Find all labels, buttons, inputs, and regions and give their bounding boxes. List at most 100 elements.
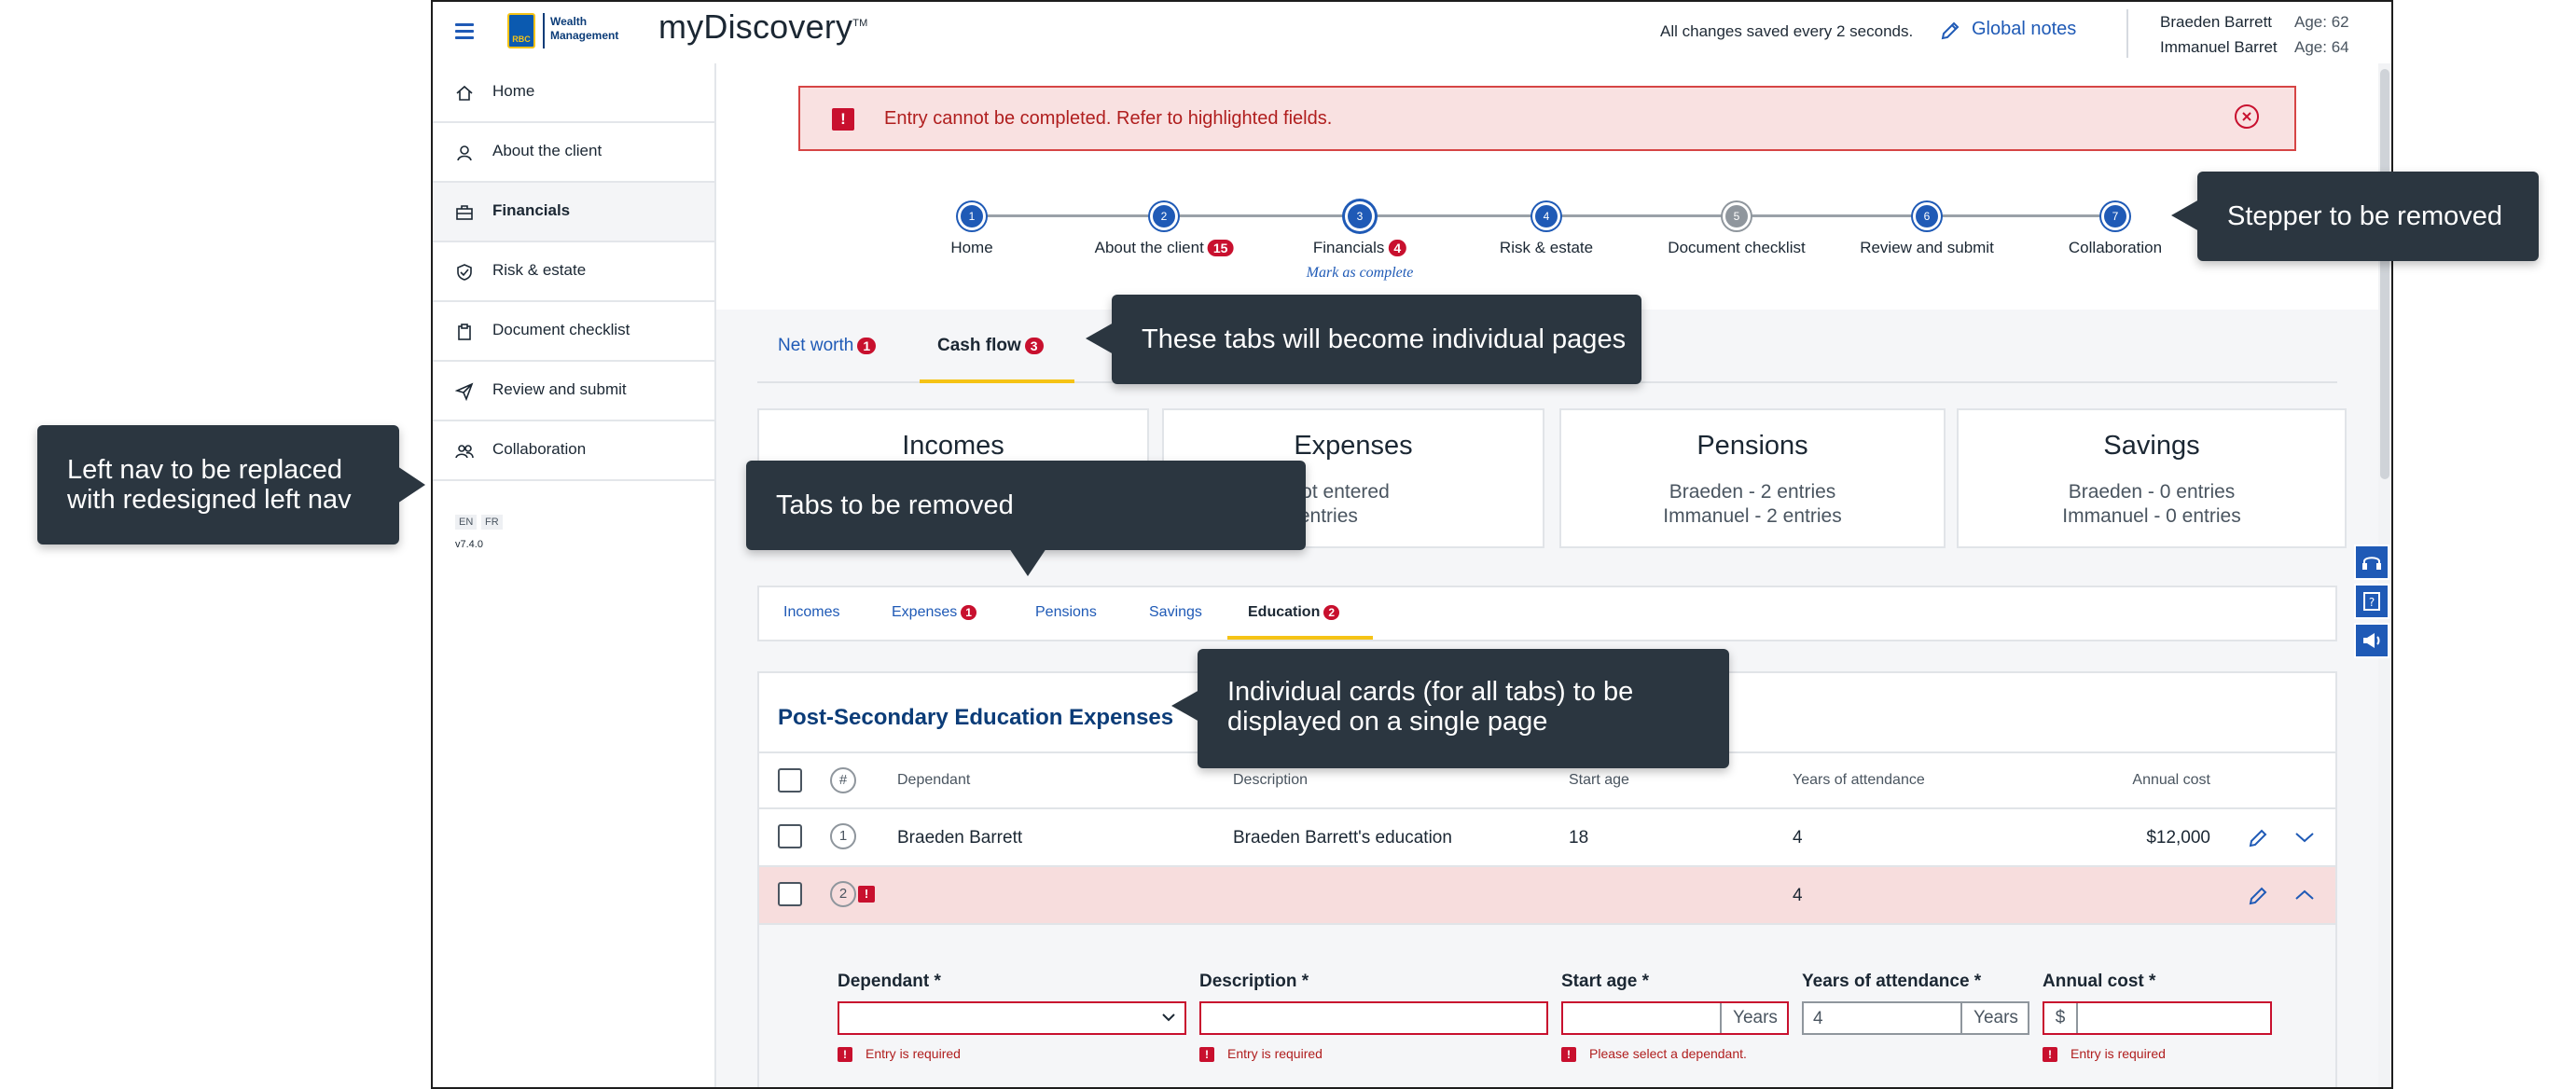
- tab-badge: 1: [857, 338, 877, 354]
- years-attendance-field: Years of attendance * 4 Years: [1802, 972, 2029, 1074]
- subtab-expenses[interactable]: Expenses 1: [892, 604, 976, 621]
- summary-card-pensions: Pensions Braeden - 2 entries Immanuel - …: [1559, 408, 1946, 548]
- error-text: Entry is required: [866, 1046, 961, 1061]
- subtab-badge: 2: [1323, 605, 1340, 620]
- menu-icon[interactable]: [446, 15, 483, 48]
- person-icon: [457, 145, 472, 161]
- error-icon: !: [2043, 1047, 2057, 1063]
- stepper-label-text: Financials: [1312, 239, 1385, 256]
- start-age-input[interactable]: Years: [1561, 1001, 1789, 1035]
- sidebar-item-review-submit[interactable]: Review and submit: [433, 362, 714, 421]
- column-years: Years of attendance: [1793, 772, 1925, 788]
- tab-label: Cash flow: [937, 336, 1021, 355]
- stepper-step-4[interactable]: 4: [1535, 205, 1558, 227]
- panel-title: Post-Secondary Education Expenses: [778, 705, 1174, 730]
- brand-text: Wealth Management: [550, 15, 644, 43]
- row-checkbox[interactable]: [778, 882, 802, 906]
- field-label: Years of attendance *: [1802, 972, 1982, 991]
- active-tab-indicator: [920, 379, 1074, 383]
- subtab-pensions[interactable]: Pensions: [1035, 604, 1097, 621]
- row-checkbox[interactable]: [778, 824, 802, 848]
- mark-complete-link[interactable]: Mark as complete: [1307, 265, 1414, 282]
- column-annual-cost: Annual cost: [2132, 772, 2210, 788]
- stepper-step-2[interactable]: 2: [1153, 205, 1175, 227]
- send-icon: [455, 382, 474, 401]
- subtab-education[interactable]: Education 2: [1248, 604, 1340, 621]
- autosave-status: All changes saved every 2 seconds.: [1660, 22, 1914, 40]
- sidebar-item-collaboration[interactable]: Collaboration: [433, 421, 714, 481]
- card-title: Savings: [2103, 431, 2200, 461]
- sidebar-item-about-client[interactable]: About the client: [433, 123, 714, 183]
- table-row-error[interactable]: 2 ! 4: [759, 867, 2335, 925]
- stepper-label: Home: [950, 239, 992, 257]
- card-line: Immanuel - 0 entries: [2062, 505, 2241, 527]
- description-input[interactable]: [1199, 1001, 1548, 1035]
- annual-cost-input[interactable]: $: [2043, 1001, 2272, 1035]
- edit-icon[interactable]: [2248, 886, 2268, 906]
- stepper-step-5[interactable]: 5: [1725, 205, 1748, 227]
- headset-icon[interactable]: [2354, 544, 2389, 580]
- logo-divider: [543, 13, 545, 48]
- stepper-label: About the client 15: [1095, 239, 1234, 257]
- client-age: Age: 62: [2294, 13, 2349, 31]
- subtab-label: Education: [1248, 604, 1321, 620]
- sidebar-item-label: Home: [492, 82, 535, 100]
- table-row[interactable]: 1 Braeden Barrett Braeden Barrett's educ…: [759, 809, 2335, 867]
- stepper-step-3[interactable]: 3: [1348, 204, 1372, 228]
- edit-icon[interactable]: [2248, 828, 2268, 848]
- dependant-select[interactable]: [838, 1001, 1186, 1035]
- row-annual-cost: $12,000: [2146, 828, 2210, 848]
- row-number: 2: [830, 881, 856, 907]
- error-banner: ! Entry cannot be completed. Refer to hi…: [798, 86, 2296, 151]
- help-icon[interactable]: ?: [2354, 584, 2389, 619]
- sidebar-item-document-checklist[interactable]: Document checklist: [433, 302, 714, 362]
- sidebar-item-home[interactable]: Home: [433, 63, 714, 123]
- callout-pointer: [1171, 690, 1199, 722]
- sidebar-item-label: Risk & estate: [492, 261, 587, 279]
- stepper-label: Financials 4: [1312, 239, 1407, 257]
- callout-text: These tabs will become individual pages: [1142, 324, 1627, 354]
- callout-pointer: [2171, 200, 2199, 231]
- brand-line-1: Wealth: [550, 15, 588, 28]
- scrollbar-thumb[interactable]: [2380, 69, 2389, 479]
- tab-label: Net worth: [778, 336, 854, 355]
- row-description: Braeden Barrett's education: [1233, 828, 1452, 848]
- callout-cards: Individual cards (for all tabs) to be di…: [1198, 649, 1729, 768]
- sidebar-item-label: Financials: [492, 201, 571, 219]
- chevron-up-icon[interactable]: [2294, 888, 2315, 903]
- stepper-step-7[interactable]: 7: [2104, 205, 2126, 227]
- sidebar-item-risk-estate[interactable]: Risk & estate: [433, 242, 714, 302]
- client-name: Immanuel Barret: [2160, 38, 2278, 56]
- annual-cost-field: Annual cost * $ ! Entry is required: [2043, 972, 2272, 1074]
- briefcase-icon: [456, 205, 473, 220]
- row-start-age: 18: [1569, 828, 1589, 848]
- field-error: ! Please select a dependant.: [1561, 1046, 1747, 1063]
- error-icon: !: [838, 1047, 852, 1063]
- stepper-step-1[interactable]: 1: [961, 205, 983, 227]
- lang-fr-button[interactable]: FR: [481, 515, 503, 530]
- megaphone-icon[interactable]: [2354, 623, 2389, 658]
- stepper-step-6[interactable]: 6: [1916, 205, 1938, 227]
- chevron-down-icon: [1162, 1013, 1175, 1022]
- callout-pointer: [397, 466, 425, 503]
- callout-tabs-removed: Tabs to be removed: [746, 461, 1306, 550]
- card-title: Incomes: [902, 431, 1004, 461]
- select-all-checkbox[interactable]: [778, 768, 802, 793]
- chevron-down-icon[interactable]: [2294, 830, 2315, 845]
- stepper-label-text: Risk & estate: [1499, 239, 1594, 256]
- tab-net-worth[interactable]: Net worth 1: [778, 336, 877, 356]
- brand-line-2: Management: [550, 29, 619, 42]
- description-field: Description * ! Entry is required: [1199, 972, 1548, 1074]
- input-value: 4: [1813, 1009, 1823, 1028]
- sidebar-item-financials[interactable]: Financials: [433, 183, 714, 242]
- years-attendance-input[interactable]: 4 Years: [1802, 1001, 2029, 1035]
- row-error-icon: !: [858, 886, 875, 903]
- close-icon[interactable]: [2235, 104, 2259, 129]
- subtab-incomes[interactable]: Incomes: [783, 604, 839, 621]
- app-window: RBC Wealth Management myDiscoveryTM All …: [431, 0, 2393, 1089]
- years-unit: Years: [1720, 1003, 1789, 1033]
- lang-en-button[interactable]: EN: [455, 515, 478, 530]
- subtab-label: Incomes: [783, 604, 840, 620]
- subtab-savings[interactable]: Savings: [1149, 604, 1202, 621]
- tab-cash-flow[interactable]: Cash flow 3: [937, 336, 1044, 356]
